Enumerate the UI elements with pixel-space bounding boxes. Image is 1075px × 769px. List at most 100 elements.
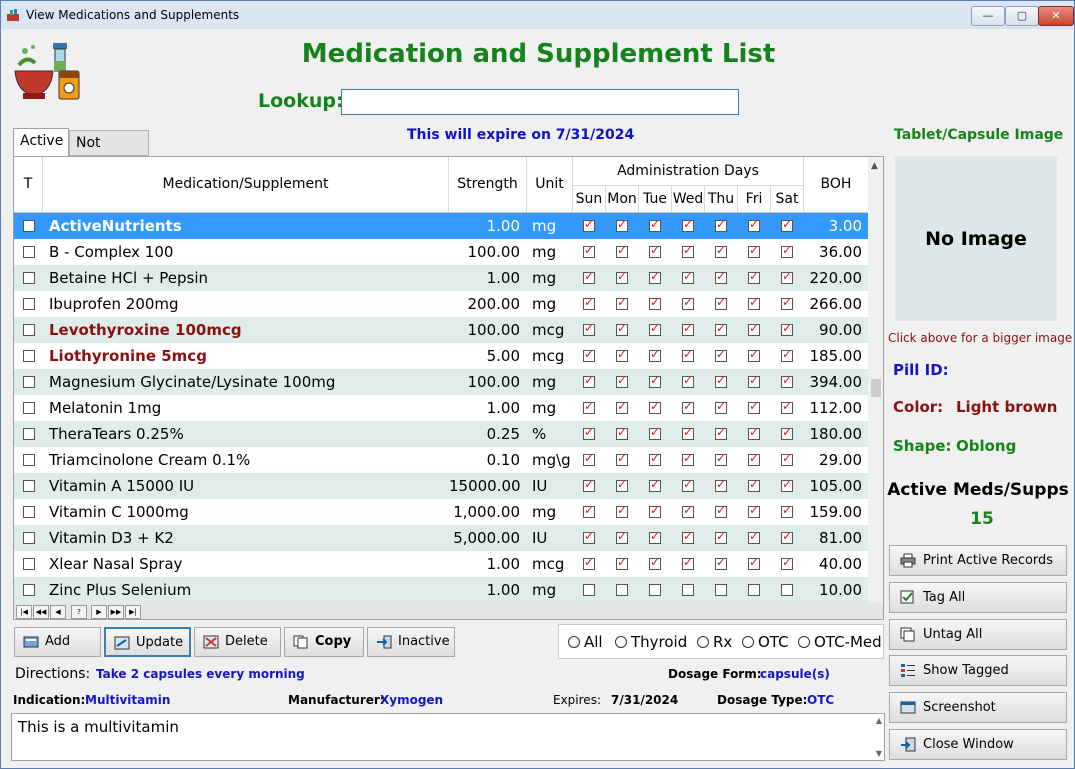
table-row[interactable]: ActiveNutrients 1.00 mg 3.00 [14,213,868,239]
row-tag-checkbox[interactable] [23,454,35,466]
day-checkbox[interactable] [781,555,793,570]
day-checkbox[interactable] [715,451,727,466]
row-tag-checkbox[interactable] [23,324,35,336]
day-checkbox[interactable] [583,503,595,518]
filter-otc-med-radio[interactable] [798,636,810,648]
table-row[interactable]: Xlear Nasal Spray 1.00 mcg 40.00 [14,551,868,577]
day-checkbox[interactable] [715,243,727,258]
col-header-unit[interactable]: Unit [527,157,572,212]
day-checkbox[interactable] [616,321,628,336]
tag-all-button[interactable]: Tag All [889,582,1067,613]
day-checkbox[interactable] [583,243,595,258]
day-checkbox[interactable] [682,295,694,310]
day-checkbox[interactable] [715,555,727,570]
day-checkbox[interactable] [649,373,661,388]
row-tag-checkbox[interactable] [23,246,35,258]
day-checkbox[interactable] [781,347,793,362]
day-checkbox[interactable] [781,425,793,440]
scroll-up-icon[interactable]: ▲ [871,161,878,171]
day-checkbox[interactable] [748,425,760,440]
tab-not-active[interactable]: Not Active [69,130,149,175]
nav-next-page-icon[interactable]: ▶▶ [108,605,124,619]
day-checkbox[interactable] [682,399,694,414]
day-checkbox[interactable] [583,373,595,388]
day-checkbox[interactable] [616,217,628,232]
day-checkbox[interactable] [748,399,760,414]
pill-image-box[interactable]: No Image [895,156,1057,321]
untag-all-button[interactable]: Untag All [889,619,1067,650]
table-row[interactable]: Melatonin 1mg 1.00 mg 112.00 [14,395,868,421]
day-checkbox[interactable] [616,584,628,596]
table-row[interactable]: Triamcinolone Cream 0.1% 0.10 mg\gm 29.00 [14,447,868,473]
nav-prev-icon[interactable]: ◀ [50,605,66,619]
day-checkbox[interactable] [682,217,694,232]
filter-rx-radio[interactable] [697,636,709,648]
day-checkbox[interactable] [715,321,727,336]
day-checkbox[interactable] [583,399,595,414]
print-active-records-button[interactable]: Print Active Records [889,545,1067,576]
day-checkbox[interactable] [781,269,793,284]
nav-first-icon[interactable]: |◀ [16,605,32,619]
day-checkbox[interactable] [715,584,727,596]
table-row[interactable]: Vitamin D3 + K2 5,000.00 IU 81.00 [14,525,868,551]
day-checkbox[interactable] [781,321,793,336]
table-row[interactable]: B - Complex 100 100.00 mg 36.00 [14,239,868,265]
day-checkbox[interactable] [748,269,760,284]
col-header-name[interactable]: Medication/Supplement [43,157,448,212]
row-tag-checkbox[interactable] [23,272,35,284]
day-checkbox[interactable] [649,451,661,466]
delete-button[interactable]: Delete [194,627,281,657]
day-checkbox[interactable] [616,555,628,570]
day-checkbox[interactable] [748,321,760,336]
grid-vertical-scrollbar[interactable]: ▲ ▼ [868,157,883,614]
day-checkbox[interactable] [682,321,694,336]
day-checkbox[interactable] [715,399,727,414]
day-checkbox[interactable] [682,243,694,258]
day-checkbox[interactable] [781,243,793,258]
day-checkbox[interactable] [616,347,628,362]
maximize-button[interactable]: ▢ [1005,6,1039,26]
day-checkbox[interactable] [748,555,760,570]
day-checkbox[interactable] [616,477,628,492]
add-button[interactable]: Add [14,627,101,657]
day-checkbox[interactable] [583,217,595,232]
day-checkbox[interactable] [649,399,661,414]
day-checkbox[interactable] [748,584,760,596]
tab-active[interactable]: Active [13,128,69,158]
close-window-button[interactable]: Close Window [889,729,1067,760]
nav-prev-page-icon[interactable]: ◀◀ [33,605,49,619]
row-tag-checkbox[interactable] [23,402,35,414]
row-tag-checkbox[interactable] [23,428,35,440]
day-checkbox[interactable] [583,529,595,544]
day-checkbox[interactable] [649,269,661,284]
day-checkbox[interactable] [616,373,628,388]
day-checkbox[interactable] [781,503,793,518]
notes-scroll-up-icon[interactable]: ▲ [876,716,882,725]
day-checkbox[interactable] [583,477,595,492]
day-checkbox[interactable] [682,373,694,388]
day-checkbox[interactable] [616,295,628,310]
notes-scroll-down-icon[interactable]: ▼ [876,749,882,758]
row-tag-checkbox[interactable] [23,376,35,388]
day-checkbox[interactable] [682,269,694,284]
day-checkbox[interactable] [781,451,793,466]
day-checkbox[interactable] [748,503,760,518]
lookup-input[interactable] [341,89,739,115]
day-checkbox[interactable] [649,425,661,440]
day-checkbox[interactable] [715,503,727,518]
day-checkbox[interactable] [649,243,661,258]
day-checkbox[interactable] [616,503,628,518]
day-checkbox[interactable] [682,477,694,492]
day-checkbox[interactable] [649,584,661,596]
day-checkbox[interactable] [616,529,628,544]
notes-textarea[interactable]: This is a multivitamin ▲ ▼ [11,713,885,761]
day-checkbox[interactable] [781,529,793,544]
day-checkbox[interactable] [682,555,694,570]
day-checkbox[interactable] [715,269,727,284]
filter-rx-label[interactable]: Rx [713,633,732,651]
day-checkbox[interactable] [748,243,760,258]
copy-button[interactable]: Copy [284,627,364,657]
day-checkbox[interactable] [781,217,793,232]
row-tag-checkbox[interactable] [23,558,35,570]
day-checkbox[interactable] [616,425,628,440]
